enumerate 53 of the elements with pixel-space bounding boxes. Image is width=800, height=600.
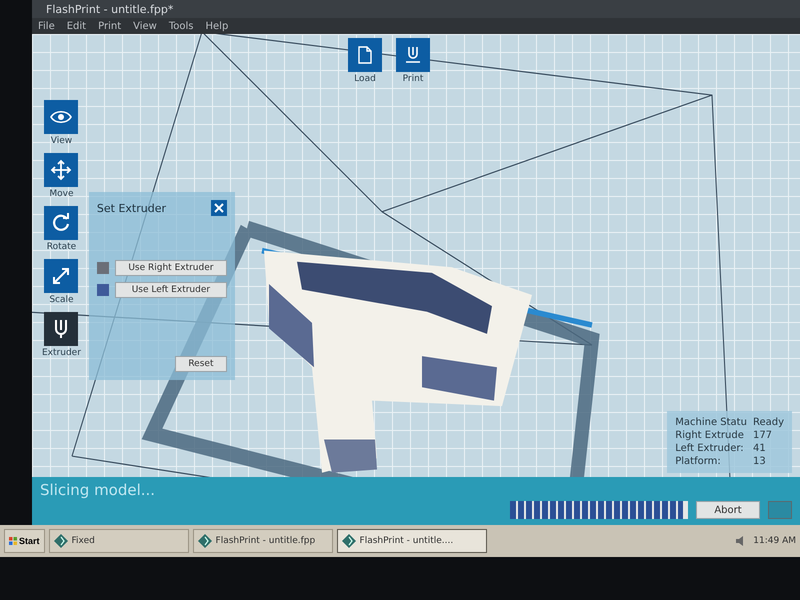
status-value: 177 (752, 430, 774, 441)
abort-button[interactable]: Abort (696, 501, 760, 519)
tool-label: View (50, 136, 72, 146)
reset-button[interactable]: Reset (174, 356, 227, 372)
tool-button[interactable] (44, 259, 78, 293)
diamond-app-icon (342, 534, 356, 548)
tool-label: Move (49, 189, 74, 199)
taskbar-task[interactable]: FlashPrint - untitle.fpp (192, 529, 333, 553)
tool-label: Extruder (42, 348, 81, 358)
toolbar-button[interactable] (348, 38, 382, 72)
menu-item[interactable]: View (133, 20, 157, 32)
status-message: Slicing model... (40, 481, 156, 499)
clock: 11:49 AM (753, 536, 796, 546)
status-value: 13 (752, 456, 767, 467)
tool-label: Rotate (46, 242, 76, 252)
status-label: Machine Statu (675, 417, 747, 428)
windows-logo-icon (9, 537, 17, 545)
nozzle-icon (405, 46, 421, 64)
eye-icon (50, 110, 72, 124)
tool-label: Scale (49, 295, 74, 305)
tool-button[interactable] (44, 100, 78, 134)
menu-item[interactable]: Edit (66, 20, 86, 32)
menu-item[interactable]: Help (206, 20, 228, 32)
status-value: Ready (752, 417, 784, 428)
close-button[interactable] (210, 200, 227, 216)
menu-item[interactable]: Tools (168, 20, 194, 32)
menu-item[interactable]: File (38, 20, 55, 32)
taskbar-task[interactable]: FlashPrint - untitle.... (336, 529, 487, 553)
start-button[interactable]: Start (4, 529, 45, 553)
diamond-app-icon (198, 534, 212, 548)
panel-title: Set Extruder (96, 202, 166, 214)
diamond-app-icon (54, 534, 68, 548)
tool-label: Print (402, 74, 424, 84)
close-icon (214, 203, 224, 213)
tool-button[interactable] (44, 206, 78, 240)
tool-label: Load (354, 74, 376, 84)
extruder-button[interactable]: Use Left Extruder (114, 282, 227, 298)
taskbar-task[interactable]: Fixed (48, 529, 189, 553)
window-title: FlashPrint - untitle.fpp* (46, 2, 174, 16)
menu-item[interactable]: Print (98, 20, 122, 32)
rotate-icon (51, 213, 72, 233)
document-icon (358, 46, 372, 64)
toolbar-button[interactable] (396, 38, 430, 72)
diagonal-arrow-icon (51, 266, 72, 286)
nozzle-icon (53, 319, 70, 339)
extruder-button[interactable]: Use Right Extruder (114, 260, 227, 276)
status-label: Left Extruder: (675, 443, 745, 454)
status-label: Right Extrude (675, 430, 745, 441)
status-label: Platform: (675, 456, 722, 467)
status-value: 41 (752, 443, 767, 454)
tool-button[interactable] (44, 312, 78, 346)
move-arrows-icon (50, 159, 72, 181)
tool-button[interactable] (44, 153, 78, 187)
